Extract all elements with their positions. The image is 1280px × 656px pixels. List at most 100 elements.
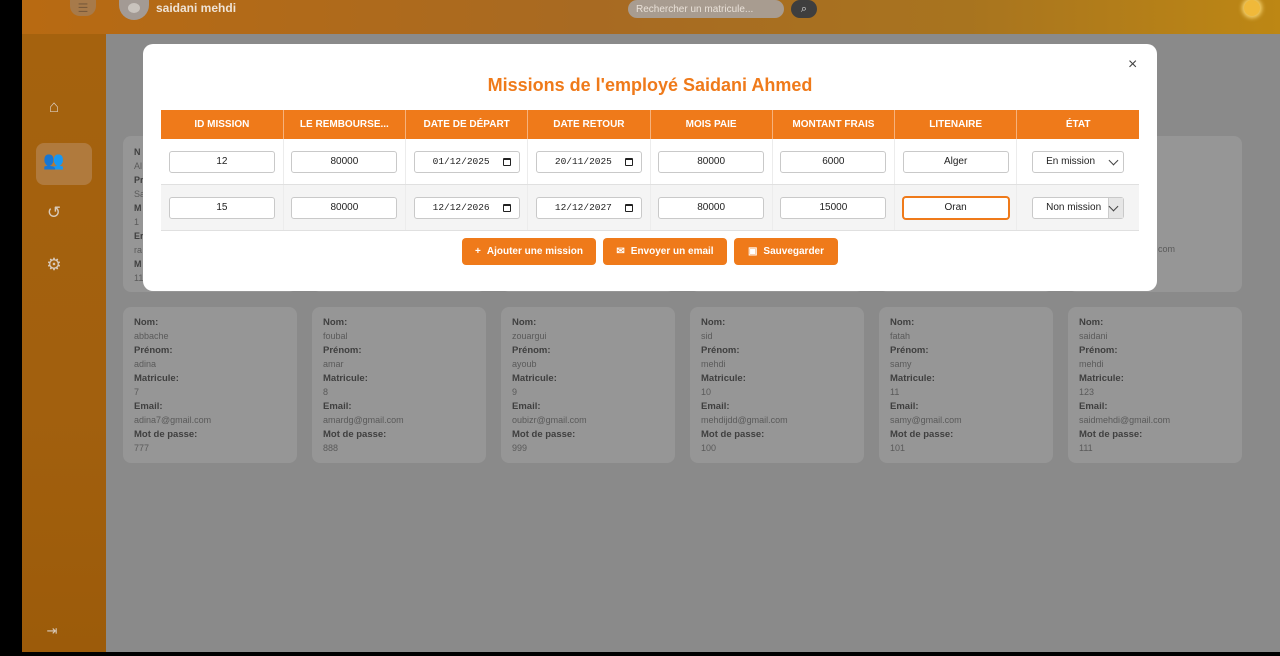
mois-paie-field[interactable]: 80000 <box>658 150 765 173</box>
column-header: MONTANT FRAIS <box>772 110 896 139</box>
date-depart-field[interactable]: 01/12/2025 <box>413 150 520 173</box>
save-label: Sauvegarder <box>763 246 825 257</box>
settings-gear-icon[interactable]: ⚙ <box>34 255 74 275</box>
date-retour-value: 20/11/2025 <box>554 156 612 167</box>
calendar-icon[interactable] <box>624 203 633 212</box>
home-icon[interactable]: ⌂ <box>34 97 74 117</box>
card-label-mot-de-passe: Mot de passe: <box>134 429 198 440</box>
card-label-nom: Nom: <box>512 317 537 328</box>
save-button[interactable]: ▣ Sauvegarder <box>734 238 838 265</box>
date-retour-field[interactable]: 20/11/2025 <box>535 150 642 173</box>
send-email-button[interactable]: ✉ Envoyer un email <box>603 238 727 265</box>
date-depart-value: 12/12/2026 <box>432 202 490 213</box>
card-label-email: Email: <box>701 401 730 412</box>
itineraire-field[interactable]: Oran <box>902 196 1009 219</box>
calendar-icon[interactable] <box>624 157 633 166</box>
employee-card[interactable]: Nom: saidani Prénom: mehdi Matricule: 123 Emai… <box>1068 307 1242 463</box>
floppy-disk-icon: ▣ <box>747 246 758 257</box>
card-label-nom: Nom: <box>134 317 159 328</box>
card-label-prenom: Prénom: <box>134 345 173 356</box>
avatar[interactable] <box>119 0 149 20</box>
card-label-email: Email: <box>134 401 163 412</box>
column-header: LITENAIRE <box>894 110 1018 139</box>
card-value-mot-de-passe: 100 <box>701 443 717 453</box>
card-value-matricule: 11 <box>890 387 900 397</box>
calendar-icon[interactable] <box>502 157 511 166</box>
table-row: 12 80000 01/12/2025 20/11/2025 80000 600… <box>161 139 1139 185</box>
column-header: ÉTAT <box>1016 110 1139 139</box>
card-value-email: saidmehdi@gmail.com <box>1079 415 1171 425</box>
calendar-icon[interactable] <box>502 203 511 212</box>
card-value-mot-de-passe: 999 <box>512 443 528 453</box>
card-label-prenom: Prénom: <box>890 345 929 356</box>
card-value-mot-de-passe: 111 <box>1079 443 1093 453</box>
history-icon[interactable]: ↺ <box>34 203 74 223</box>
logout-icon[interactable]: ⇥ <box>32 623 72 639</box>
card-label-mot-de-passe: Mot de passe: <box>701 429 765 440</box>
card-label-matricule: Matricule: <box>512 373 557 384</box>
column-header: ID MISSION <box>161 110 284 139</box>
app-window: ☰ saidani mehdi ⌕ ⌂ 👥 ↺ ⚙ ⇥ N Al Pr Sa M… <box>22 0 1280 652</box>
mission-id-field[interactable]: 12 <box>168 150 275 173</box>
date-depart-field[interactable]: 12/12/2026 <box>413 196 520 219</box>
theme-toggle-sun-icon[interactable] <box>1244 0 1260 16</box>
employee-card[interactable]: Nom: abbache Prénom: adina Matricule: 7 Email:… <box>123 307 297 463</box>
card-value-email: mehdijdd@gmail.com <box>701 415 788 425</box>
card-value-prenom: mehdi <box>701 359 726 369</box>
card-value-prenom: ayoub <box>512 359 537 369</box>
search-icon: ⌕ <box>800 2 808 15</box>
employee-card[interactable]: Nom: sid Prénom: mehdi Matricule: 10 Email: meh… <box>690 307 864 463</box>
card-label-email: Email: <box>1079 401 1108 412</box>
card-value-matricule: 123 <box>1079 387 1095 397</box>
card-label-email: Email: <box>512 401 541 412</box>
search-button[interactable]: ⌕ <box>791 0 817 18</box>
card-label-nom: Nom: <box>1079 317 1104 328</box>
card-label-email: Email: <box>890 401 919 412</box>
search-input[interactable] <box>628 0 784 18</box>
card-label-prenom: Prénom: <box>1079 345 1118 356</box>
card-label-mot-de-passe: Mot de passe: <box>1079 429 1143 440</box>
card-value-nom: fatah <box>890 331 911 341</box>
card-value-email: amardg@gmail.com <box>323 415 404 425</box>
remboursement-field[interactable]: 80000 <box>291 196 398 219</box>
close-icon[interactable]: × <box>1128 56 1137 74</box>
card-value-nom: abbache <box>134 331 169 341</box>
card-label-mot-de-passe: Mot de passe: <box>890 429 954 440</box>
card-value-nom: sid <box>701 331 713 341</box>
montant-frais-field[interactable]: 15000 <box>780 196 887 219</box>
card-label-mot-de-passe: Mot de passe: <box>323 429 387 440</box>
table-row: 15 80000 12/12/2026 12/12/2027 80000 150… <box>161 184 1139 231</box>
users-icon[interactable]: 👥 <box>34 151 74 171</box>
mission-id-field[interactable]: 15 <box>168 196 275 219</box>
montant-frais-field[interactable]: 6000 <box>780 150 887 173</box>
card-label-matricule: Matricule: <box>890 373 935 384</box>
date-depart-value: 01/12/2025 <box>432 156 490 167</box>
username: saidani mehdi <box>156 1 237 15</box>
card-value-mot-de-passe: 101 <box>890 443 906 453</box>
employee-card[interactable]: Nom: zouargui Prénom: ayoub Matricule: 9 Email… <box>501 307 675 463</box>
column-header: DATE DE DÉPART <box>405 110 529 139</box>
card-label-nom: Nom: <box>890 317 915 328</box>
etat-select[interactable]: Non mission <box>1032 196 1125 219</box>
card-value-prenom: amar <box>323 359 344 369</box>
card-label-email: Email: <box>323 401 352 412</box>
card-value-matricule: 10 <box>701 387 712 397</box>
card-value-matricule: 9 <box>512 387 518 397</box>
card-value-nom: foubal <box>323 331 348 341</box>
remboursement-field[interactable]: 80000 <box>291 150 398 173</box>
card-label-prenom: Prénom: <box>701 345 740 356</box>
mois-paie-field[interactable]: 80000 <box>658 196 765 219</box>
employee-card[interactable]: Nom: foubal Prénom: amar Matricule: 8 Email: am… <box>312 307 486 463</box>
modal-title: Missions de l'employé Saidani Ahmed <box>487 75 813 95</box>
card-value-matricule: 8 <box>323 387 329 397</box>
add-mission-button[interactable]: + Ajouter une mission <box>462 238 596 265</box>
itineraire-field[interactable]: Alger <box>902 150 1009 173</box>
etat-select[interactable]: En mission <box>1032 150 1125 173</box>
missions-table: ID MISSION LE REMBOURSE... DATE DE DÉPAR… <box>161 110 1139 231</box>
date-retour-field[interactable]: 12/12/2027 <box>535 196 642 219</box>
card-label-nom: Nom: <box>323 317 348 328</box>
employee-card[interactable]: Nom: fatah Prénom: samy Matricule: 11 Email: sa… <box>879 307 1053 463</box>
menu-icon[interactable]: ☰ <box>70 0 96 16</box>
column-header: DATE RETOUR <box>527 110 651 139</box>
date-retour-value: 12/12/2027 <box>554 202 612 213</box>
